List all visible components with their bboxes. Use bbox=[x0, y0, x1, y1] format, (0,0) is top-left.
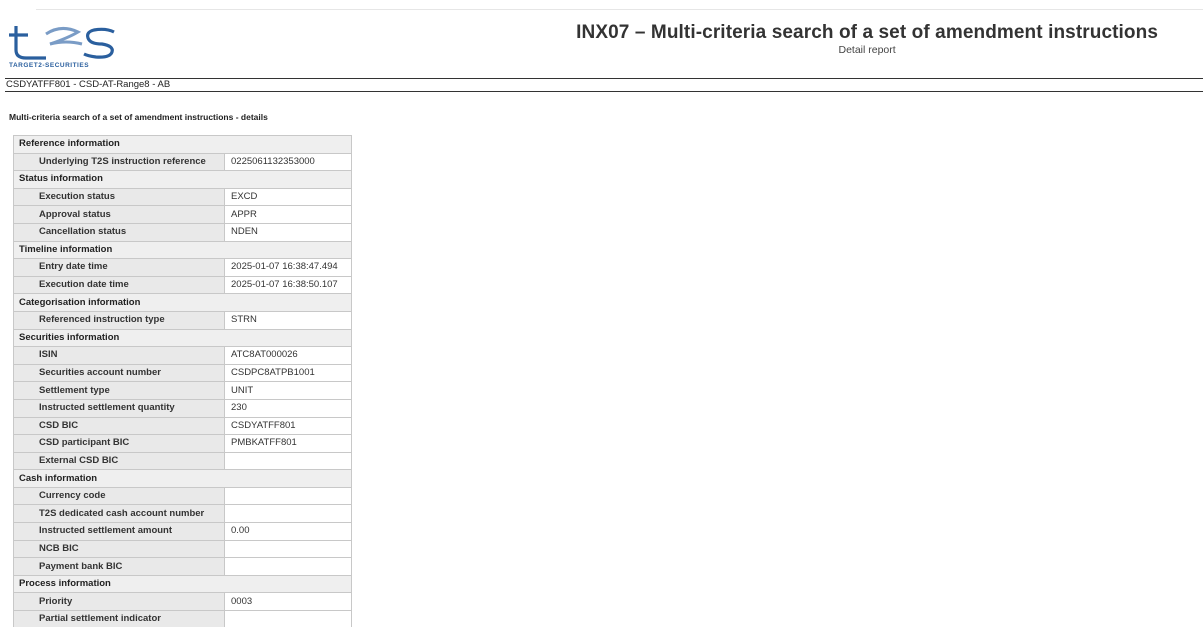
field-row: CSD participant BIC PMBKATFF801 bbox=[13, 434, 352, 453]
field-value bbox=[224, 504, 352, 524]
field-row: Instructed settlement quantity 230 bbox=[13, 398, 352, 418]
field-row: Referenced instruction type STRN bbox=[13, 310, 352, 330]
field-row: ISIN ATC8AT000026 bbox=[13, 346, 352, 365]
field-label: Cancellation status bbox=[13, 222, 225, 242]
field-label: Underlying T2S instruction reference bbox=[13, 152, 225, 172]
field-value: PMBKATFF801 bbox=[224, 434, 352, 453]
field-label: CSD BIC bbox=[13, 416, 225, 436]
section-title: Multi-criteria search of a set of amendm… bbox=[9, 112, 268, 122]
field-value: CSDYATFF801 bbox=[224, 416, 352, 436]
field-label: Entry date time bbox=[13, 258, 225, 277]
field-value: APPR bbox=[224, 205, 352, 224]
group-title: Status information bbox=[13, 170, 352, 189]
field-row: External CSD BIC bbox=[13, 451, 352, 471]
top-divider bbox=[36, 9, 1203, 10]
field-label: NCB BIC bbox=[13, 539, 225, 559]
field-label: Payment bank BIC bbox=[13, 557, 225, 576]
field-row: Execution status EXCD bbox=[13, 187, 352, 207]
field-value: 230 bbox=[224, 398, 352, 418]
field-row: Approval status APPR bbox=[13, 205, 352, 224]
group-row: Process information bbox=[13, 574, 352, 594]
group-title: Timeline information bbox=[13, 240, 352, 260]
field-label: Referenced instruction type bbox=[13, 310, 225, 330]
details-table-body: Reference information Underlying T2S inst… bbox=[13, 135, 352, 627]
field-row: Settlement type UNIT bbox=[13, 381, 352, 400]
field-row: CSD BIC CSDYATFF801 bbox=[13, 416, 352, 436]
group-row: Cash information bbox=[13, 469, 352, 488]
field-label: Execution status bbox=[13, 187, 225, 207]
field-row: NCB BIC bbox=[13, 539, 352, 559]
field-value: 0225061132353000 bbox=[224, 152, 352, 172]
details-table: Reference information Underlying T2S inst… bbox=[13, 135, 352, 627]
field-value: 0003 bbox=[224, 592, 352, 612]
field-label: External CSD BIC bbox=[13, 451, 225, 471]
group-row: Securities information bbox=[13, 328, 352, 348]
group-title: Reference information bbox=[13, 135, 352, 154]
field-row: Priority 0003 bbox=[13, 592, 352, 612]
field-label: Instructed settlement quantity bbox=[13, 398, 225, 418]
field-value: 0.00 bbox=[224, 522, 352, 541]
field-value: EXCD bbox=[224, 187, 352, 207]
group-row: Reference information bbox=[13, 135, 352, 154]
field-value bbox=[224, 557, 352, 576]
field-row: Execution date time 2025-01-07 16:38:50.1… bbox=[13, 275, 352, 295]
field-value bbox=[224, 486, 352, 506]
field-row: Payment bank BIC bbox=[13, 557, 352, 576]
field-value: ATC8AT000026 bbox=[224, 346, 352, 365]
field-value bbox=[224, 539, 352, 559]
context-bar: CSDYATFF801 - CSD-AT-Range8 - AB bbox=[5, 78, 1203, 92]
t2s-logo: TARGET2-SECURITIES bbox=[6, 22, 166, 74]
group-title: Securities information bbox=[13, 328, 352, 348]
page-subtitle: Detail report bbox=[838, 44, 896, 56]
field-value bbox=[224, 610, 352, 627]
field-row: T2S dedicated cash account number bbox=[13, 504, 352, 524]
field-label: T2S dedicated cash account number bbox=[13, 504, 225, 524]
field-label: Approval status bbox=[13, 205, 225, 224]
field-label: Instructed settlement amount bbox=[13, 522, 225, 541]
field-row: Cancellation status NDEN bbox=[13, 222, 352, 242]
report-page: TARGET2-SECURITIES INX07 – Multi-criteri… bbox=[0, 0, 1203, 627]
logo-caption: TARGET2-SECURITIES bbox=[9, 62, 90, 69]
field-value: STRN bbox=[224, 310, 352, 330]
field-row: Currency code bbox=[13, 486, 352, 506]
field-label: Securities account number bbox=[13, 363, 225, 383]
field-row: Underlying T2S instruction reference 0225… bbox=[13, 152, 352, 172]
field-value: CSDPC8ATPB1001 bbox=[224, 363, 352, 383]
group-row: Status information bbox=[13, 170, 352, 189]
field-label: Partial settlement indicator bbox=[13, 610, 225, 627]
group-title: Process information bbox=[13, 574, 352, 594]
report-title-block: INX07 – Multi-criteria search of a set o… bbox=[576, 22, 1158, 56]
group-row: Categorisation information bbox=[13, 293, 352, 312]
group-title: Cash information bbox=[13, 469, 352, 488]
field-label: Currency code bbox=[13, 486, 225, 506]
field-label: Settlement type bbox=[13, 381, 225, 400]
field-row: Securities account number CSDPC8ATPB1001 bbox=[13, 363, 352, 383]
field-value: 2025-01-07 16:38:50.107 bbox=[224, 275, 352, 295]
field-row: Instructed settlement amount 0.00 bbox=[13, 522, 352, 541]
field-label: Priority bbox=[13, 592, 225, 612]
group-row: Timeline information bbox=[13, 240, 352, 260]
page-title: INX07 – Multi-criteria search of a set o… bbox=[576, 22, 1158, 43]
field-value: 2025-01-07 16:38:47.494 bbox=[224, 258, 352, 277]
field-row: Entry date time 2025-01-07 16:38:47.494 bbox=[13, 258, 352, 277]
field-label: Execution date time bbox=[13, 275, 225, 295]
t2s-logo-icon bbox=[9, 26, 115, 60]
field-value: NDEN bbox=[224, 222, 352, 242]
field-label: ISIN bbox=[13, 346, 225, 365]
field-value: UNIT bbox=[224, 381, 352, 400]
field-row: Partial settlement indicator bbox=[13, 610, 352, 627]
field-label: CSD participant BIC bbox=[13, 434, 225, 453]
group-title: Categorisation information bbox=[13, 293, 352, 312]
field-value bbox=[224, 451, 352, 471]
